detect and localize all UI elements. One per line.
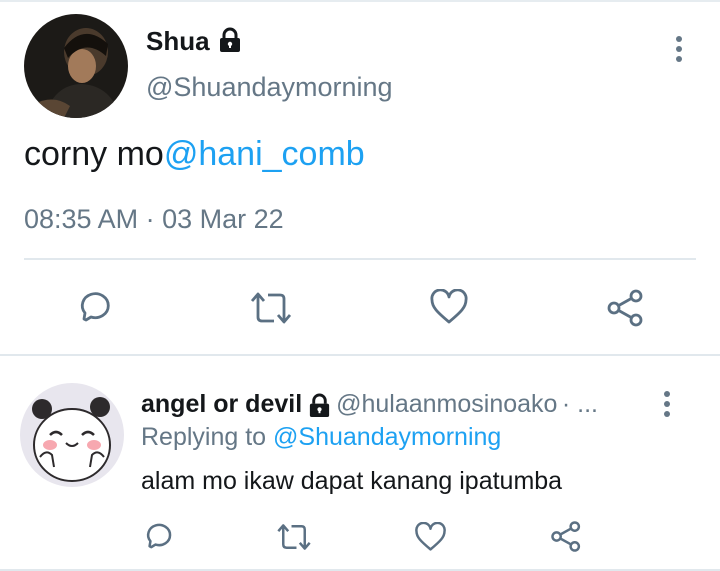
retweet-button[interactable] xyxy=(275,521,313,553)
meta-separator: · xyxy=(145,204,155,234)
like-icon xyxy=(430,289,468,324)
like-icon xyxy=(415,522,446,551)
retweet-button[interactable] xyxy=(248,289,294,327)
more-vertical-icon[interactable] xyxy=(675,36,683,66)
top-border xyxy=(0,0,720,2)
reply-button[interactable] xyxy=(142,521,174,553)
header-divider xyxy=(24,258,696,260)
replying-to: Replying to @Shuandaymorning xyxy=(141,423,501,452)
tweet-text: corny mo@hani_comb xyxy=(24,135,365,174)
author-handle[interactable]: @Shuandaymorning xyxy=(146,72,393,103)
reply-avatar[interactable] xyxy=(20,383,124,487)
author-name-row[interactable]: Shua xyxy=(146,26,243,60)
tweet-mention-link[interactable]: @hani_comb xyxy=(164,135,365,173)
reply-author-handle[interactable]: @hulaanmosinoako xyxy=(336,390,557,418)
reply-handle-suffix: · ... xyxy=(561,390,598,418)
retweet-icon xyxy=(277,524,311,550)
section-divider xyxy=(0,354,720,356)
lock-icon xyxy=(217,27,243,60)
tweet-body: corny mo xyxy=(24,135,164,173)
share-icon xyxy=(551,521,581,552)
reply-author-name[interactable]: angel or devil xyxy=(141,390,302,418)
author-avatar[interactable] xyxy=(24,14,128,118)
replying-prefix: Replying to xyxy=(141,423,267,451)
tweet-time: 08:35 AM xyxy=(24,204,139,234)
replying-handle-link[interactable]: @Shuandaymorning xyxy=(273,423,501,451)
lock-icon xyxy=(307,393,332,423)
like-button[interactable] xyxy=(414,522,447,552)
reply-button[interactable] xyxy=(75,289,113,327)
author-name[interactable]: Shua xyxy=(146,26,210,56)
share-icon xyxy=(607,289,643,327)
more-vertical-icon[interactable] xyxy=(663,391,671,421)
tweet-timestamp[interactable]: 08:35 AM · 03 Mar 22 xyxy=(24,204,284,235)
share-button[interactable] xyxy=(550,520,583,553)
reply-text: alam mo ikaw dapat kanang ipatumba xyxy=(141,467,563,495)
like-button[interactable] xyxy=(429,289,469,325)
reply-icon xyxy=(146,523,172,549)
share-button[interactable] xyxy=(606,288,646,328)
retweet-icon xyxy=(250,292,292,324)
tweet-date: 03 Mar 22 xyxy=(162,204,284,234)
reply-icon xyxy=(80,292,110,322)
reply-header: angel or devil @hulaanmosinoako · ... xyxy=(141,390,598,423)
